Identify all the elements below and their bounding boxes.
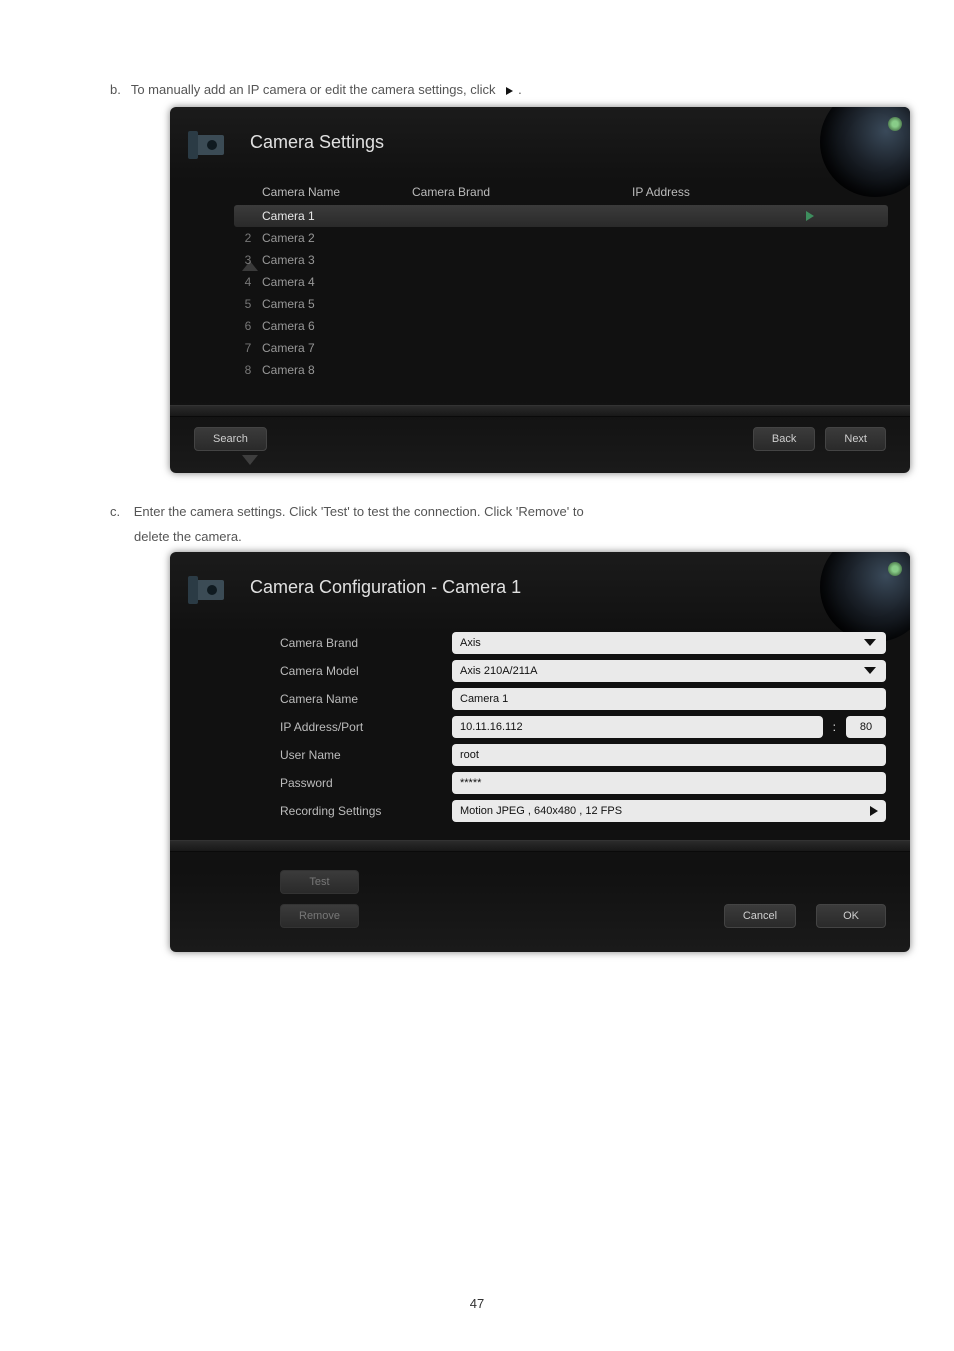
colon-separator: :: [833, 720, 836, 734]
row-camera-name: Camera 2: [262, 231, 412, 245]
config-footer: Test Remove Cancel OK: [170, 852, 910, 952]
step-b-text: To manually add an IP camera or edit the…: [131, 80, 496, 101]
port-value: 80: [860, 721, 872, 733]
camera-settings-panel: Camera Settings Camera Name Camera Brand…: [170, 107, 910, 473]
col-ip-address: IP Address: [632, 185, 802, 199]
brand-logo: [188, 570, 236, 606]
sort-down-icon[interactable]: [242, 455, 258, 465]
camera-model-select[interactable]: Axis 210A/211A: [452, 660, 886, 682]
camera-name-input[interactable]: [452, 688, 886, 710]
step-b-line: b. To manually add an IP camera or edit …: [110, 80, 854, 101]
step-letter: b.: [110, 80, 121, 101]
label-recording-settings: Recording Settings: [280, 804, 440, 818]
row-camera-name: Camera 8: [262, 363, 412, 377]
brand-logo: [188, 125, 236, 161]
step-b-period: .: [518, 82, 522, 97]
table-row[interactable]: 2 Camera 2: [234, 227, 888, 249]
camera-brand-value: Axis: [460, 637, 481, 649]
table-row[interactable]: 3 Camera 3: [234, 249, 888, 271]
row-camera-name: Camera 7: [262, 341, 412, 355]
col-camera-brand: Camera Brand: [412, 185, 632, 199]
panel-title: Camera Configuration - Camera 1: [250, 577, 890, 598]
row-camera-name: Camera 4: [262, 275, 412, 289]
label-camera-brand: Camera Brand: [280, 636, 440, 650]
test-button[interactable]: Test: [280, 870, 359, 894]
back-button[interactable]: Back: [753, 427, 815, 451]
list-header-row: Camera Name Camera Brand IP Address: [234, 181, 888, 203]
remove-button[interactable]: Remove: [280, 904, 359, 928]
chevron-down-icon: [864, 639, 876, 646]
panel-header: Camera Settings: [170, 107, 910, 175]
row-camera-name: Camera 5: [262, 297, 412, 311]
label-user-name: User Name: [280, 748, 440, 762]
row-number: 5: [234, 297, 262, 311]
label-ip-port: IP Address/Port: [280, 720, 440, 734]
ip-address-input[interactable]: [452, 716, 823, 738]
page-number: 47: [0, 1296, 954, 1311]
sort-arrows: [242, 261, 258, 273]
row-number: 6: [234, 319, 262, 333]
table-row[interactable]: 6 Camera 6: [234, 315, 888, 337]
row-number: 7: [234, 341, 262, 355]
camera-model-value: Axis 210A/211A: [460, 665, 537, 677]
search-button[interactable]: Search: [194, 427, 267, 451]
divider: [170, 405, 910, 417]
camera-config-panel: Camera Configuration - Camera 1 Camera B…: [170, 552, 910, 952]
label-camera-name: Camera Name: [280, 692, 440, 706]
panel-title: Camera Settings: [250, 132, 890, 153]
username-input[interactable]: [452, 744, 886, 766]
port-input[interactable]: 80: [846, 716, 886, 738]
table-row[interactable]: Camera 1: [234, 205, 888, 227]
next-button[interactable]: Next: [825, 427, 886, 451]
recording-settings-button[interactable]: Motion JPEG , 640x480 , 12 FPS: [452, 800, 886, 822]
table-row[interactable]: 8 Camera 8: [234, 359, 888, 381]
config-form: Camera Brand Axis Camera Model Axis 210A…: [170, 620, 910, 830]
panel-footer: Search Back Next: [170, 417, 910, 473]
label-camera-model: Camera Model: [280, 664, 440, 678]
divider: [170, 840, 910, 852]
row-camera-name: Camera 6: [262, 319, 412, 333]
row-number: 2: [234, 231, 262, 245]
step-letter: c.: [110, 504, 120, 519]
camera-list: Camera Name Camera Brand IP Address Came…: [170, 175, 910, 405]
camera-brand-select[interactable]: Axis: [452, 632, 886, 654]
col-camera-name: Camera Name: [262, 185, 412, 199]
sort-up-icon[interactable]: [242, 261, 258, 271]
play-arrow-icon: [506, 87, 513, 95]
edit-arrow-icon[interactable]: [806, 211, 814, 221]
panel-header: Camera Configuration - Camera 1: [170, 552, 910, 620]
cancel-button[interactable]: Cancel: [724, 904, 796, 928]
play-arrow-icon: [870, 806, 878, 816]
step-c-line2: delete the camera.: [134, 529, 854, 544]
label-password: Password: [280, 776, 440, 790]
row-camera-name: Camera 3: [262, 253, 412, 267]
row-number: 8: [234, 363, 262, 377]
row-number: 4: [234, 275, 262, 289]
row-camera-name: Camera 1: [262, 209, 412, 223]
step-c-text-1: Enter the camera settings. Click 'Test' …: [134, 504, 584, 519]
recording-settings-value: Motion JPEG , 640x480 , 12 FPS: [460, 805, 622, 817]
password-input[interactable]: [452, 772, 886, 794]
table-row[interactable]: 4 Camera 4: [234, 271, 888, 293]
step-c-line1: c. Enter the camera settings. Click 'Tes…: [110, 501, 854, 523]
table-row[interactable]: 7 Camera 7: [234, 337, 888, 359]
table-row[interactable]: 5 Camera 5: [234, 293, 888, 315]
ok-button[interactable]: OK: [816, 904, 886, 928]
chevron-down-icon: [864, 667, 876, 674]
